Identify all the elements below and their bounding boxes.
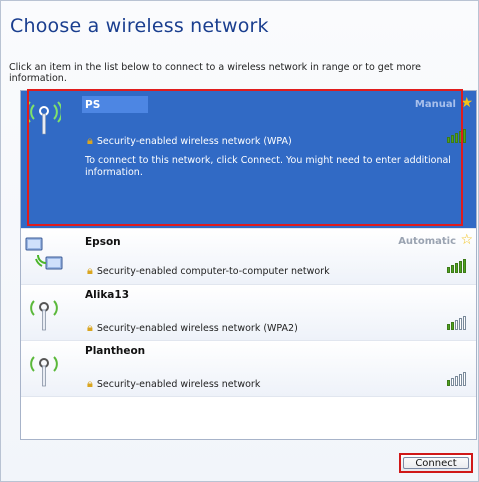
security-text: Security-enabled wireless network (WPA2) — [96, 323, 298, 334]
network-item-ps[interactable]: PS Manual ★ 🔒︎ Security-enabled wireless … — [21, 91, 476, 229]
lock-icon: 🔒︎ — [87, 377, 93, 390]
connection-mode: Manual — [414, 99, 456, 110]
antenna-icon — [30, 356, 58, 387]
security-text: Security-enabled computer-to-computer ne… — [96, 266, 330, 277]
signal-strength-icon — [447, 372, 466, 386]
computer-to-computer-icon — [25, 237, 63, 270]
network-name: PS — [85, 99, 101, 111]
signal-strength-icon — [447, 259, 466, 273]
connect-button[interactable]: Connect — [399, 453, 473, 473]
antenna-icon — [27, 101, 61, 135]
network-item-epson[interactable]: Epson Automatic ☆ 🔒︎ Security-enabled com… — [21, 229, 476, 285]
security-text: Security-enabled wireless network (WPA) — [96, 136, 292, 147]
network-description: To connect to this network, click Connec… — [85, 155, 451, 178]
connection-mode: Automatic — [398, 236, 456, 247]
security-status: 🔒︎ Security-enabled wireless network (WPA… — [87, 134, 292, 148]
wireless-network-dialog: Choose a wireless network Click an item … — [0, 0, 479, 482]
network-name: Plantheon — [85, 345, 146, 357]
network-name: Alika13 — [85, 289, 130, 301]
network-name: Epson — [85, 236, 121, 248]
star-icon: ★ — [460, 95, 473, 111]
security-status: 🔒︎ Security-enabled wireless network — [87, 377, 260, 391]
instructions-text: Click an item in the list below to conne… — [9, 62, 422, 84]
page-title: Choose a wireless network — [10, 15, 269, 37]
signal-strength-icon — [447, 316, 466, 330]
lock-icon: 🔒︎ — [87, 321, 93, 334]
antenna-icon — [30, 300, 58, 331]
security-text: Security-enabled wireless network — [96, 379, 261, 390]
lock-icon: 🔒︎ — [87, 264, 93, 277]
security-status: 🔒︎ Security-enabled wireless network (WPA… — [87, 321, 298, 335]
network-list[interactable]: PS Manual ★ 🔒︎ Security-enabled wireless … — [20, 90, 477, 440]
signal-strength-icon — [447, 129, 466, 143]
network-item-plantheon[interactable]: Plantheon 🔒︎ Security-enabled wireless ne… — [21, 341, 476, 397]
network-item-alika13[interactable]: Alika13 🔒︎ Security-enabled wireless netw… — [21, 285, 476, 341]
star-icon: ☆ — [460, 232, 473, 248]
lock-icon: 🔒︎ — [87, 134, 93, 147]
security-status: 🔒︎ Security-enabled computer-to-computer … — [87, 264, 330, 278]
connect-button-label: Connect — [403, 457, 469, 469]
